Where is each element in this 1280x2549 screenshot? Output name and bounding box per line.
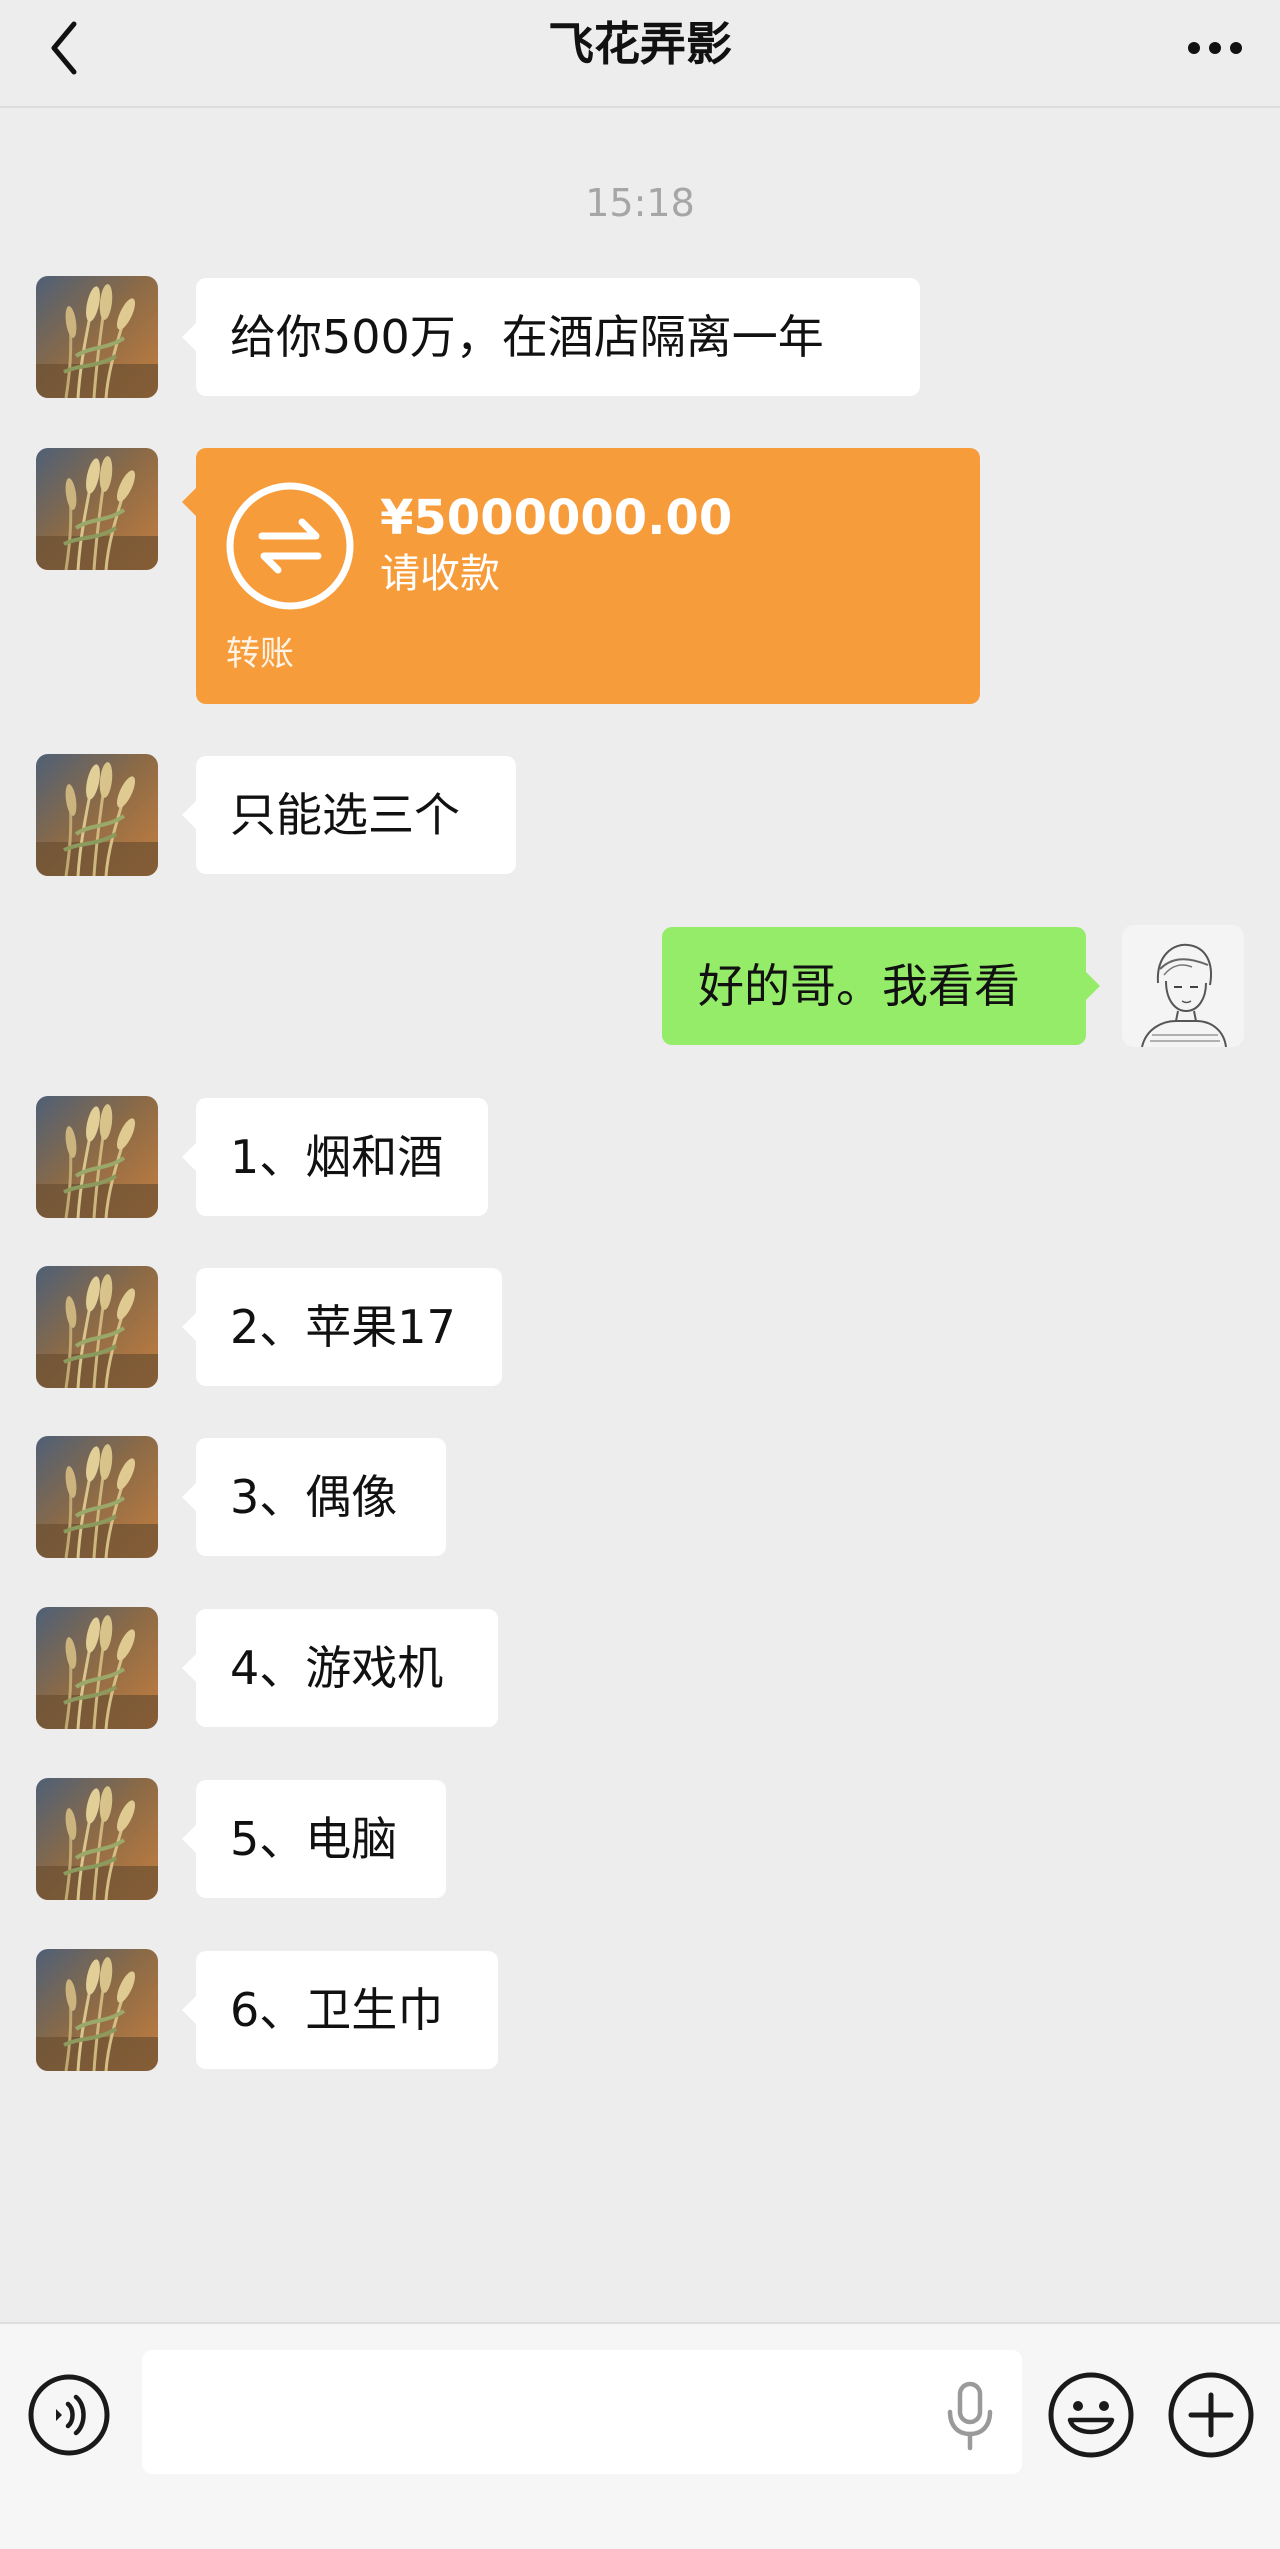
contact-avatar[interactable] <box>36 448 158 570</box>
message-bubble[interactable]: 4、游戏机 <box>182 1609 498 1727</box>
message-bubble[interactable]: 5、电脑 <box>182 1780 446 1898</box>
chevron-left-icon <box>51 21 77 75</box>
contact-avatar[interactable] <box>36 1096 158 1218</box>
transfer-label: 转账 <box>226 634 294 674</box>
message-bubble[interactable]: 只能选三个 <box>182 756 516 874</box>
voice-input-icon <box>28 2374 110 2456</box>
contact-avatar[interactable] <box>36 276 158 398</box>
sketch-portrait-icon <box>1122 925 1244 1047</box>
more-options-button[interactable] <box>1170 8 1260 88</box>
contact-avatar[interactable] <box>36 1266 158 1388</box>
contact-avatar[interactable] <box>36 1607 158 1729</box>
chat-header: 飞花弄影 <box>0 0 1280 108</box>
message-bubble[interactable]: 6、卫生巾 <box>182 1951 498 2069</box>
plus-icon <box>1168 2372 1254 2458</box>
emoji-button[interactable] <box>1046 2370 1136 2460</box>
transfer-arrows-icon <box>224 480 356 612</box>
contact-avatar[interactable] <box>36 1436 158 1558</box>
more-dots-icon <box>1188 42 1242 54</box>
my-message-bubble[interactable]: 好的哥。我看看 <box>662 927 1100 1045</box>
my-avatar[interactable] <box>1122 925 1244 1047</box>
contact-avatar[interactable] <box>36 1949 158 2071</box>
message-bubble[interactable]: 3、偶像 <box>182 1438 446 1556</box>
message-timestamp: 15:18 <box>585 181 695 225</box>
microphone-icon[interactable] <box>940 2378 1000 2454</box>
voice-toggle-button[interactable] <box>26 2372 112 2458</box>
transfer-card[interactable]: ¥5000000.00 请收款 转账 <box>182 448 980 704</box>
more-functions-button[interactable] <box>1166 2370 1256 2460</box>
message-bubble[interactable]: 2、苹果17 <box>182 1268 502 1386</box>
contact-avatar[interactable] <box>36 1778 158 1900</box>
message-bubble[interactable]: 给你500万，在酒店隔离一年 <box>182 278 920 396</box>
back-button[interactable] <box>28 8 108 88</box>
chat-input-bar <box>0 2322 1280 2549</box>
contact-avatar[interactable] <box>36 754 158 876</box>
message-input[interactable] <box>142 2350 1022 2474</box>
message-bubble[interactable]: 1、烟和酒 <box>182 1098 488 1216</box>
emoji-icon <box>1048 2372 1134 2458</box>
transfer-status: 请收款 <box>380 551 500 597</box>
chat-title: 飞花弄影 <box>548 17 732 71</box>
transfer-amount: ¥5000000.00 <box>380 490 733 546</box>
